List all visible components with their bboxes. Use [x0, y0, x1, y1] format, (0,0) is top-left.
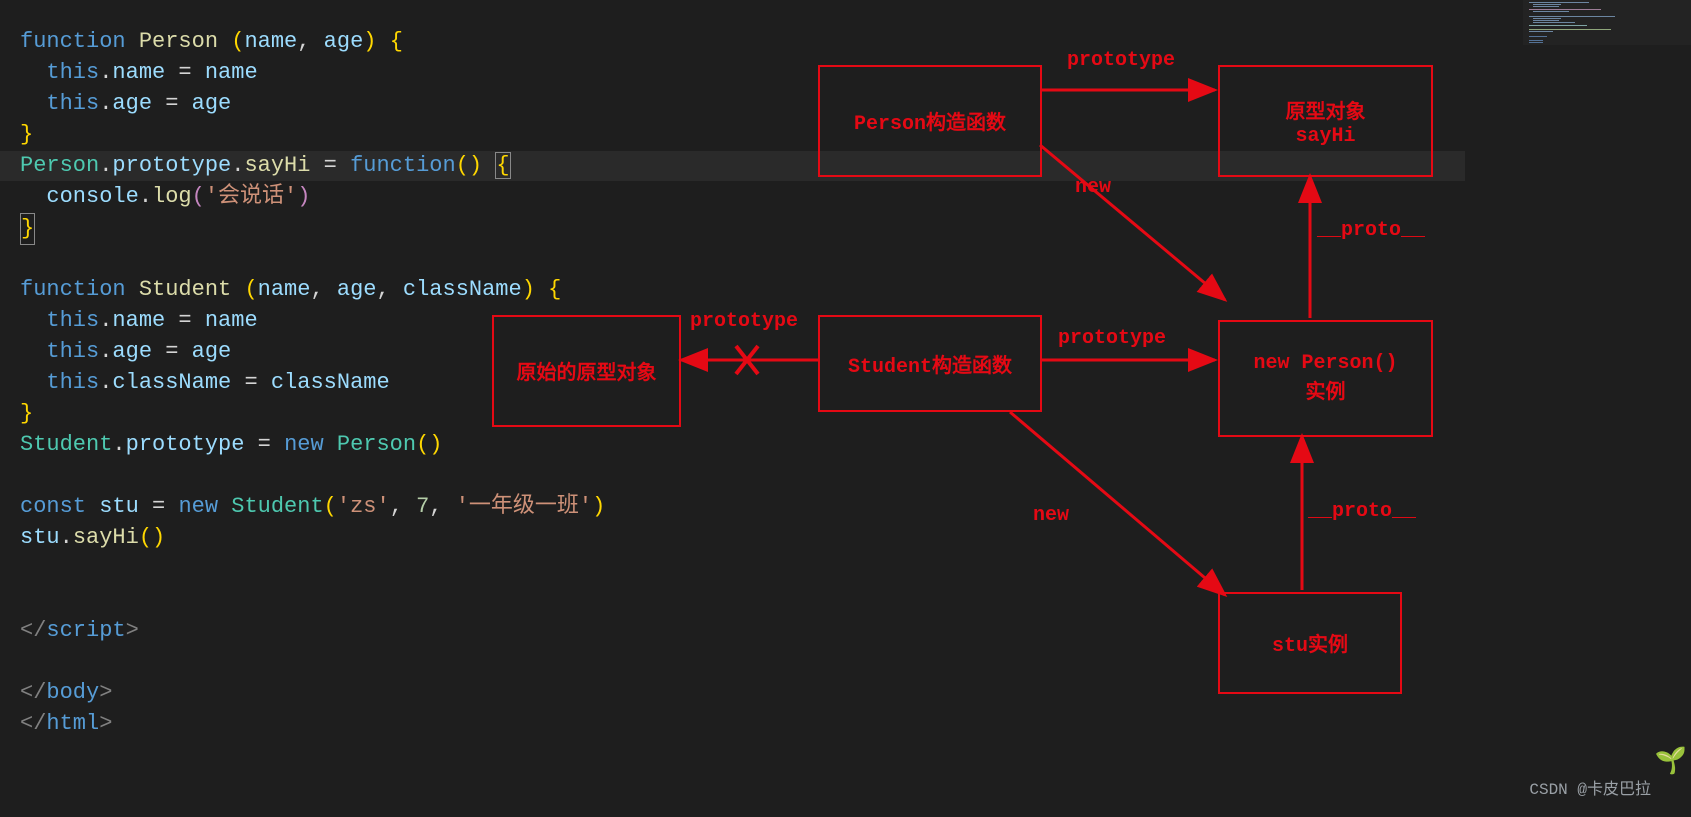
watermark: CSDN @卡皮巴拉 — [1529, 775, 1651, 799]
code-line: function Student (name, age, className) … — [20, 275, 561, 305]
code-line: Student.prototype = new Person() — [20, 430, 443, 460]
code-line: console.log('会说话') — [20, 182, 310, 212]
code-line: } — [20, 213, 35, 245]
code-line: </html> — [20, 709, 112, 739]
code-editor[interactable]: function Person (name, age) { this.name … — [0, 0, 1465, 817]
code-line: } — [20, 399, 33, 429]
code-line: stu.sayHi() — [20, 523, 165, 553]
code-line: this.age = age — [20, 89, 231, 119]
code-line: Person.prototype.sayHi = function() { — [20, 151, 511, 181]
minimap[interactable] — [1523, 0, 1691, 45]
code-line: this.name = name — [20, 58, 258, 88]
code-line: } — [20, 120, 33, 150]
code-line: this.age = age — [20, 337, 231, 367]
code-line: </script> — [20, 616, 139, 646]
code-line: this.className = className — [20, 368, 390, 398]
code-line: const stu = new Student('zs', 7, '一年级一班'… — [20, 492, 605, 522]
sprout-icon: 🌱 — [1655, 746, 1687, 777]
code-line: </body> — [20, 678, 112, 708]
code-line: this.name = name — [20, 306, 258, 336]
code-line: function Person (name, age) { — [20, 27, 403, 57]
